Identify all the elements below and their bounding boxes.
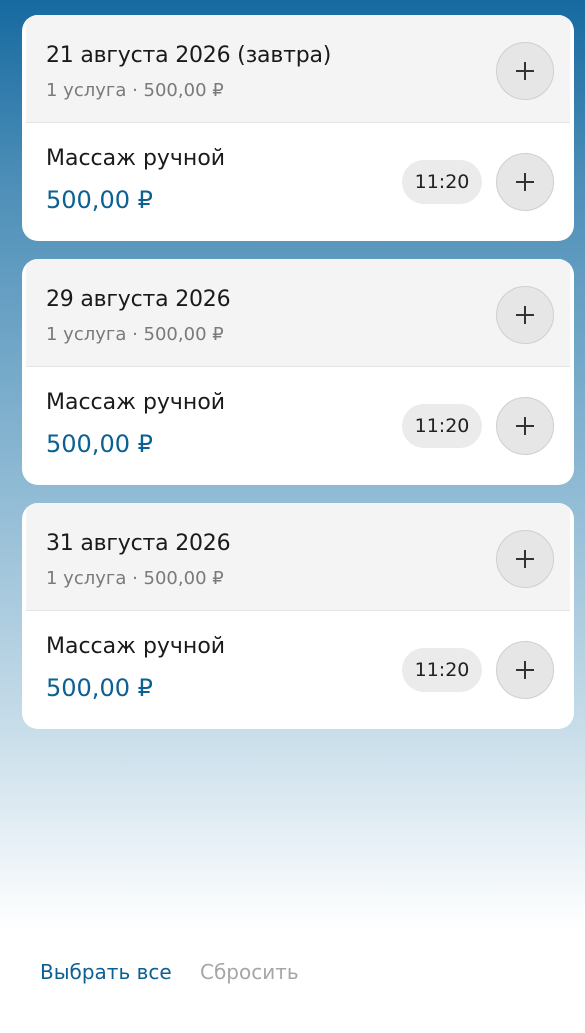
service-name: Массаж ручной	[46, 634, 226, 659]
day-card: 21 августа 2026 (завтра) 1 услуга · 500,…	[22, 15, 574, 241]
add-service-button[interactable]	[496, 153, 554, 211]
day-summary: 1 услуга · 500,00 ₽	[46, 568, 224, 589]
select-all-button[interactable]: Выбрать все	[40, 960, 172, 984]
add-service-button[interactable]	[496, 397, 554, 455]
time-slot-chip[interactable]: 11:20	[402, 160, 482, 204]
plus-icon	[516, 173, 534, 191]
time-slot-chip[interactable]: 11:20	[402, 648, 482, 692]
add-service-button[interactable]	[496, 641, 554, 699]
day-date: 29 августа 2026	[46, 287, 231, 312]
service-row: Массаж ручной 500,00 ₽ 11:20	[22, 367, 574, 485]
day-card-header: 29 августа 2026 1 услуга · 500,00 ₽	[26, 259, 570, 367]
time-slot-chip[interactable]: 11:20	[402, 404, 482, 448]
plus-icon	[516, 661, 534, 679]
plus-icon	[516, 306, 534, 324]
day-date: 21 августа 2026 (завтра)	[46, 43, 332, 68]
add-to-day-button[interactable]	[496, 530, 554, 588]
service-price: 500,00 ₽	[46, 430, 153, 458]
day-summary: 1 услуга · 500,00 ₽	[46, 324, 224, 345]
plus-icon	[516, 550, 534, 568]
add-to-day-button[interactable]	[496, 286, 554, 344]
day-summary: 1 услуга · 500,00 ₽	[46, 80, 224, 101]
service-price: 500,00 ₽	[46, 186, 153, 214]
service-price: 500,00 ₽	[46, 674, 153, 702]
day-card-header: 21 августа 2026 (завтра) 1 услуга · 500,…	[26, 15, 570, 123]
plus-icon	[516, 62, 534, 80]
day-card: 29 августа 2026 1 услуга · 500,00 ₽ Масс…	[22, 259, 574, 485]
day-card-header: 31 августа 2026 1 услуга · 500,00 ₽	[26, 503, 570, 611]
service-name: Массаж ручной	[46, 390, 226, 415]
service-row: Массаж ручной 500,00 ₽ 11:20	[22, 611, 574, 729]
day-date: 31 августа 2026	[46, 531, 231, 556]
service-row: Массаж ручной 500,00 ₽ 11:20	[22, 123, 574, 241]
plus-icon	[516, 417, 534, 435]
service-name: Массаж ручной	[46, 146, 226, 171]
bottom-action-bar: Выбрать все Сбросить	[0, 940, 585, 1004]
add-to-day-button[interactable]	[496, 42, 554, 100]
booking-day-list: 21 августа 2026 (завтра) 1 услуга · 500,…	[22, 15, 574, 747]
day-card: 31 августа 2026 1 услуга · 500,00 ₽ Масс…	[22, 503, 574, 729]
reset-button[interactable]: Сбросить	[200, 960, 299, 984]
